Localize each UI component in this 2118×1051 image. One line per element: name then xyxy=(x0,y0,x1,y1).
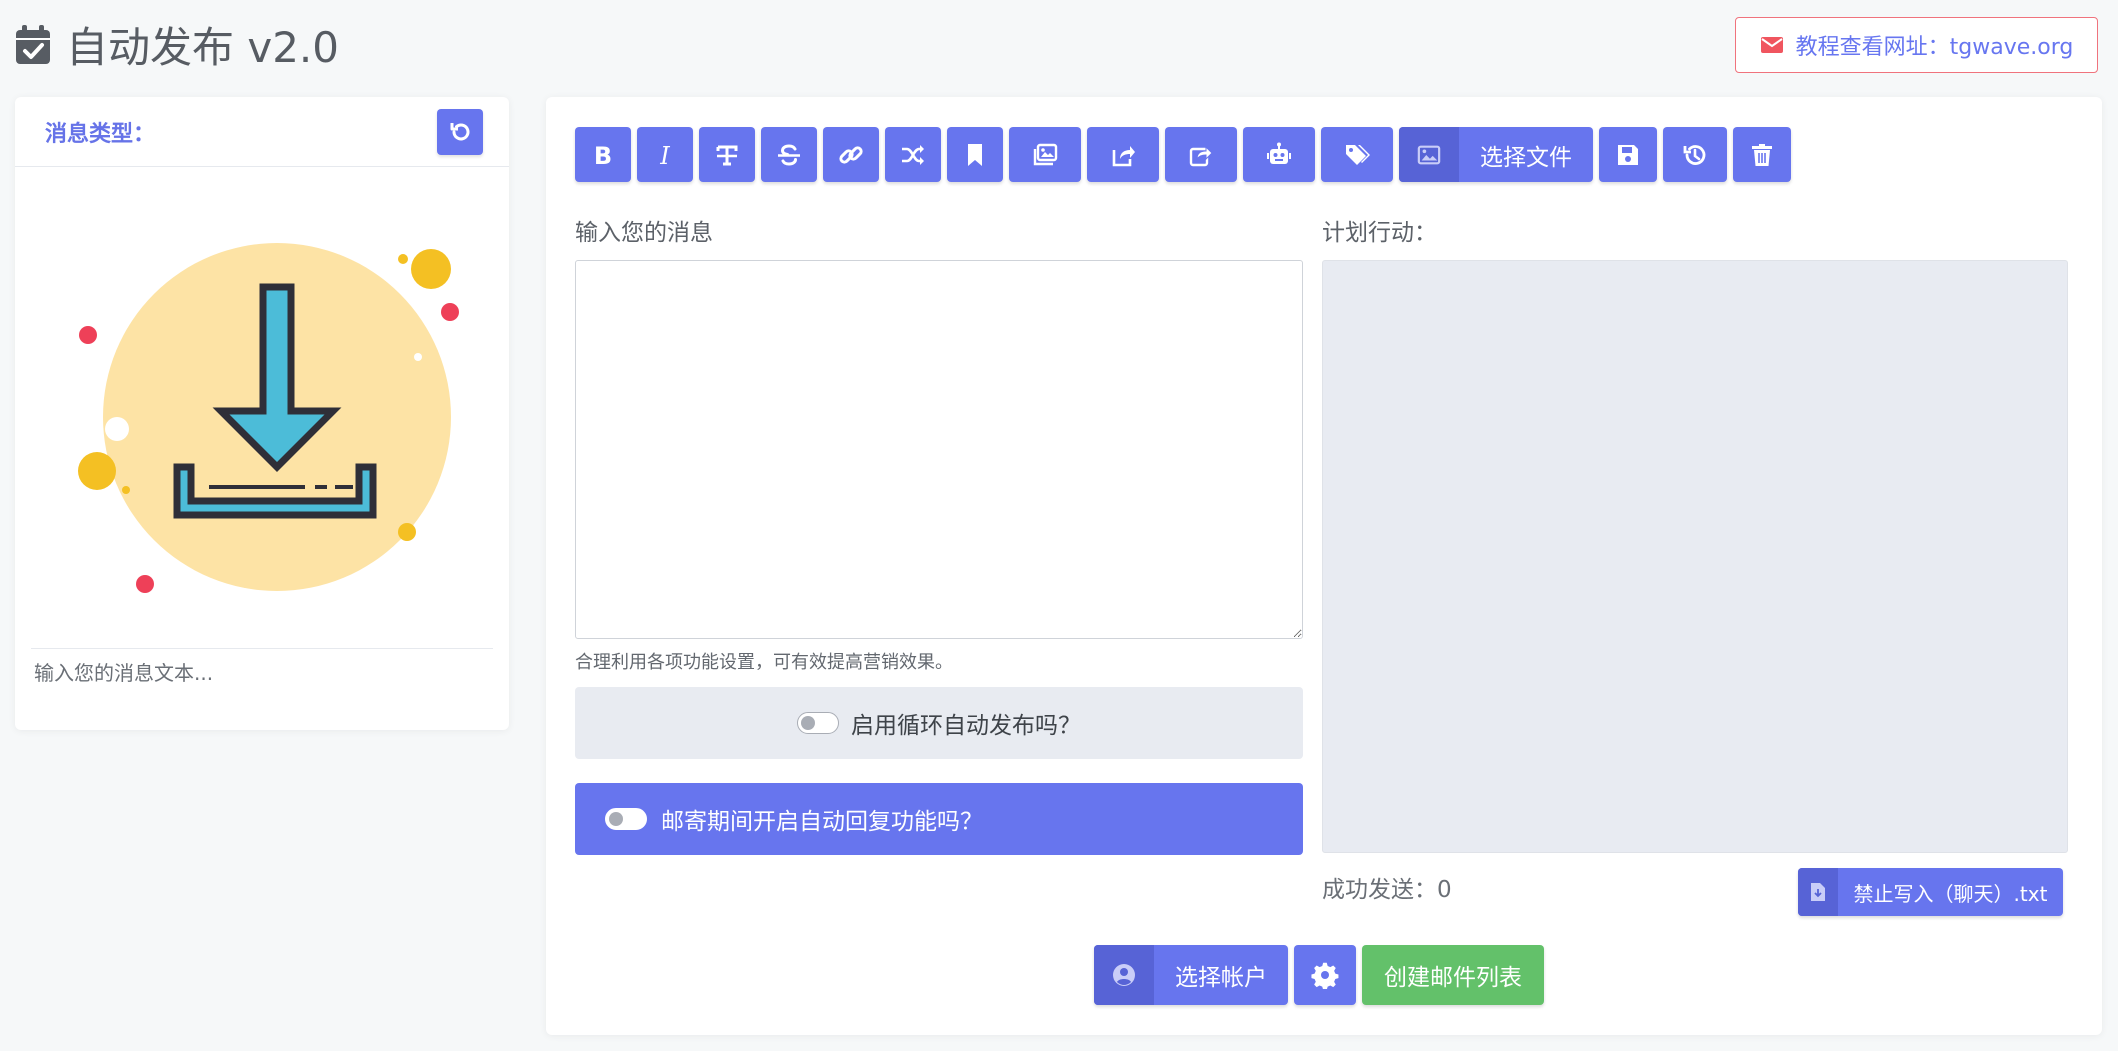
trash-icon xyxy=(1752,143,1772,166)
formatting-toolbar: B I 选择文件 xyxy=(575,127,1791,182)
select-file-label: 选择文件 xyxy=(1480,144,1572,171)
user-circle-icon xyxy=(1113,964,1135,986)
bold-button[interactable]: B xyxy=(575,127,631,182)
no-write-chat-txt-button[interactable]: 禁止写入（聊天）.txt xyxy=(1798,868,2063,916)
plan-action-area xyxy=(1322,260,2068,853)
share-icon xyxy=(1112,145,1135,166)
shuffle-icon xyxy=(902,144,924,165)
envelope-icon xyxy=(1760,37,1783,53)
select-account-label: 选择帐户 xyxy=(1175,965,1267,991)
preview-header: 消息类型： xyxy=(15,97,509,167)
create-mail-list-label: 创建邮件列表 xyxy=(1384,965,1522,991)
undo-icon xyxy=(450,122,470,140)
select-account-button[interactable]: 选择帐户 xyxy=(1094,945,1288,1005)
strikethrough-icon xyxy=(778,143,800,166)
images-button[interactable] xyxy=(1009,127,1081,182)
autoreply-toggle-switch[interactable] xyxy=(605,808,647,830)
download-illustration-icon xyxy=(78,243,459,593)
reset-button[interactable] xyxy=(437,108,483,155)
images-icon xyxy=(1033,143,1058,165)
history-icon xyxy=(1683,144,1706,165)
strikethrough-button[interactable] xyxy=(761,127,817,182)
bold-icon: B xyxy=(594,142,612,168)
image-icon xyxy=(1417,145,1441,164)
message-type-label: 消息类型： xyxy=(45,121,156,147)
bottom-action-bar: 选择帐户 创建邮件列表 xyxy=(1094,945,1544,1005)
loop-toggle-label: 启用循环自动发布吗？ xyxy=(851,713,1081,739)
bookmark-button[interactable] xyxy=(947,127,1003,182)
italic-icon: I xyxy=(659,142,670,168)
message-input-label: 输入您的消息 xyxy=(575,220,713,246)
file-image-icon-area xyxy=(1399,127,1459,182)
app-title-text: 自动发布 v2.0 xyxy=(66,23,340,72)
text-format-icon xyxy=(716,145,738,165)
settings-button[interactable] xyxy=(1294,945,1356,1005)
svg-text:I: I xyxy=(659,142,670,168)
message-preview-panel: 消息类型： 输入您的消息文本... xyxy=(15,97,509,730)
tags-icon xyxy=(1346,144,1370,165)
tutorial-link-text: 教程查看网址：tgwave.org xyxy=(1795,35,2074,60)
select-file-button[interactable]: 选择文件 xyxy=(1399,127,1593,182)
bookmark-icon xyxy=(968,143,982,166)
shuffle-button[interactable] xyxy=(885,127,941,182)
create-mail-list-button[interactable]: 创建邮件列表 xyxy=(1362,945,1544,1005)
preview-divider xyxy=(31,648,493,649)
robot-icon xyxy=(1267,142,1291,164)
preview-text: 输入您的消息文本... xyxy=(34,661,214,685)
save-button[interactable] xyxy=(1599,127,1657,182)
autoreply-toggle-label: 邮寄期间开启自动回复功能吗？ xyxy=(661,809,983,835)
text-format-button[interactable] xyxy=(699,127,755,182)
forward-icon xyxy=(1189,145,1213,166)
loop-autopost-toggle[interactable]: 启用循环自动发布吗？ xyxy=(575,687,1303,759)
gear-icon xyxy=(1311,962,1339,989)
message-textarea[interactable] xyxy=(575,260,1303,639)
tags-button[interactable] xyxy=(1321,127,1393,182)
svg-text:B: B xyxy=(594,142,612,168)
tutorial-link[interactable]: 教程查看网址：tgwave.org xyxy=(1735,17,2098,73)
calendar-check-icon xyxy=(16,24,50,64)
autoreply-toggle[interactable]: 邮寄期间开启自动回复功能吗？ xyxy=(575,783,1303,855)
forward-button[interactable] xyxy=(1165,127,1237,182)
delete-button[interactable] xyxy=(1733,127,1791,182)
link-icon xyxy=(839,145,863,164)
share-button[interactable] xyxy=(1087,127,1159,182)
file-download-icon-area xyxy=(1798,868,1838,916)
message-hint: 合理利用各项功能设置，可有效提高营销效果。 xyxy=(575,652,953,673)
link-button[interactable] xyxy=(823,127,879,182)
sent-success-count: 成功发送：0 xyxy=(1322,877,1452,903)
loop-toggle-switch[interactable] xyxy=(797,712,839,734)
no-write-chat-txt-label: 禁止写入（聊天）.txt xyxy=(1853,881,2048,906)
app-title: 自动发布 v2.0 xyxy=(14,14,339,75)
save-icon xyxy=(1618,144,1638,165)
user-circle-icon-area xyxy=(1094,945,1154,1005)
editor-panel: B I 选择文件 输入您的消息 合理利用各项功能设置，可有效提高营销效果。 启用… xyxy=(546,97,2102,1035)
history-button[interactable] xyxy=(1663,127,1727,182)
plan-label: 计划行动： xyxy=(1322,220,1437,246)
italic-button[interactable]: I xyxy=(637,127,693,182)
robot-button[interactable] xyxy=(1243,127,1315,182)
file-download-icon xyxy=(1811,883,1825,901)
